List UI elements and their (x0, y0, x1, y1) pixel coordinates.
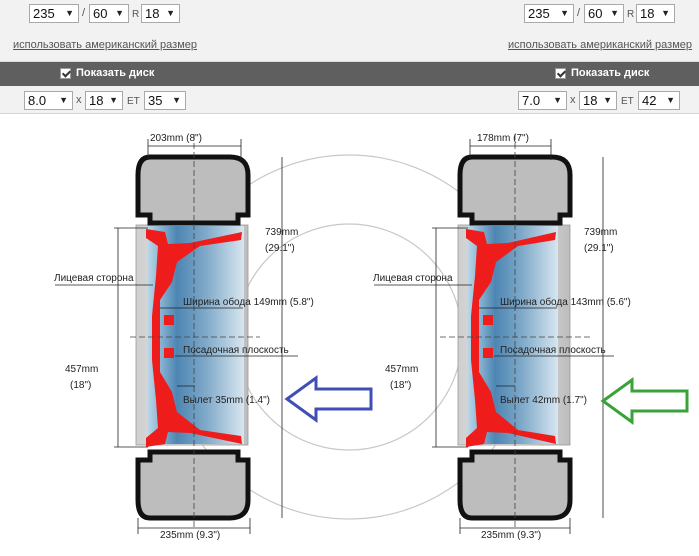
left-tire-width-bottom-label: 235mm (9.3") (160, 530, 220, 541)
left-rim-diam-inch-label: (18") (70, 380, 91, 391)
right-wheel: 178mm (7") 739mm (29.1") Лицевая сторона… (373, 133, 689, 541)
right-mount-plane-label: Посадочная плоскость (500, 345, 606, 356)
right-rim-width-label: Ширина обода 143mm (5.6") (500, 296, 631, 308)
left-mount-plane-label: Посадочная плоскость (183, 345, 289, 356)
right-tire-width-bottom-label: 235mm (9.3") (481, 530, 541, 541)
left-offset-arrow-icon (284, 375, 373, 423)
left-rim-width-top-label: 203mm (8") (150, 133, 202, 144)
right-hub-bolt (483, 348, 493, 358)
right-rim-diam-inch-label: (18") (390, 380, 411, 391)
left-hub-bolt (164, 315, 174, 325)
left-rim-diam-label: 457mm (65, 364, 98, 375)
right-offset-arrow-icon (600, 377, 689, 425)
left-wheel: 203mm (8") 739mm (29.1") Лицевая сторона… (54, 133, 373, 541)
left-tire-top (135, 154, 251, 226)
left-face-side-label: Лицевая сторона (54, 273, 134, 284)
wheel-comparison-diagram: 203mm (8") 739mm (29.1") Лицевая сторона… (54, 133, 689, 541)
right-offset-label: Вылет 42mm (1.7") (500, 395, 587, 406)
left-rim-width-label: Ширина обода 149mm (5.8") (183, 296, 314, 308)
right-outer-diam-inch-label: (29.1") (584, 243, 614, 254)
right-outer-diam-label: 739mm (584, 227, 617, 238)
left-offset-label: Вылет 35mm (1.4") (183, 395, 270, 406)
right-rim-diam-label: 457mm (385, 364, 418, 375)
left-outer-diam-label: 739mm (265, 227, 298, 238)
right-hub-bolt (483, 315, 493, 325)
left-tire-bottom (135, 449, 251, 521)
inner-circle-guide (235, 223, 463, 451)
right-face-side-label: Лицевая сторона (373, 273, 453, 284)
right-rim-width-top-label: 178mm (7") (477, 133, 529, 144)
left-hub-bolt (164, 348, 174, 358)
left-outer-diam-inch-label: (29.1") (265, 243, 295, 254)
